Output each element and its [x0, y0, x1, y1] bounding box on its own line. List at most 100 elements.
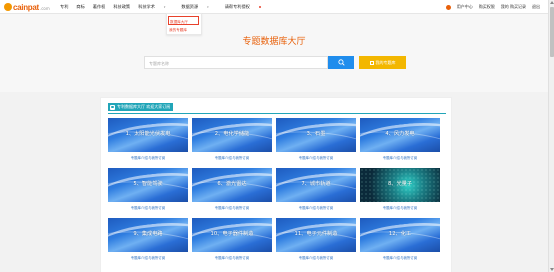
database-card-image[interactable]: 4、风力发电 [360, 118, 440, 152]
database-card-links: 专题库介绍 与我所订阅 [360, 255, 440, 260]
database-card-image[interactable]: 1、太阳能光伏发电 [108, 118, 188, 152]
database-card-links: 专题库介绍 与我所订阅 [276, 255, 356, 260]
scroll-up-arrow-icon[interactable] [550, 1, 554, 4]
user-menu: 用户中心 购买权限 我的 购买记录 退出 [445, 0, 540, 14]
subscribe-link[interactable]: 与我所订阅 [148, 205, 165, 210]
subscribe-link[interactable]: 与我所订阅 [148, 155, 165, 160]
database-intro-link[interactable]: 专题库介绍 [299, 205, 316, 210]
subscribe-link[interactable]: 与我所订阅 [400, 205, 417, 210]
nav-item-data-resources[interactable]: 数据资源 ▾ [181, 4, 216, 10]
nav-item-infringement[interactable]: 请帮专利侵权 [225, 4, 269, 10]
database-card[interactable]: 6、激光雷达 专题库介绍 与我所订阅 [192, 168, 272, 210]
top-navigation-bar: cainpat .com 专利 商标 著作权 科技政策 科技学术 ▾ 数据资源 ▾ … [0, 0, 548, 14]
database-card-title: 12、化工 [388, 231, 412, 237]
database-intro-link[interactable]: 专题库介绍 [383, 205, 400, 210]
nav-item-academic[interactable]: 科技学术 ▾ [138, 4, 173, 10]
chevron-down-icon: ▾ [207, 5, 209, 9]
database-card-title: 7、城市轨道 [301, 181, 331, 187]
dropdown-item-my-databases[interactable]: 我的专题库 [169, 28, 187, 33]
folder-icon [369, 60, 374, 65]
my-databases-button[interactable]: 我的专题库 [359, 56, 406, 69]
database-card[interactable]: 4、风力发电专题库介绍 与我所订阅 [360, 118, 440, 160]
database-card-links: 专题库介绍 与我所订阅 [108, 205, 188, 210]
vertical-scrollbar[interactable] [548, 0, 554, 272]
search-icon [337, 59, 345, 66]
database-intro-link[interactable]: 专题库介绍 [131, 255, 148, 260]
search-button[interactable] [328, 56, 354, 69]
database-intro-link[interactable]: 专题库介绍 [215, 155, 232, 160]
database-intro-link[interactable]: 专题库介绍 [299, 155, 316, 160]
logo-text: cainpat [13, 2, 39, 12]
database-card-image[interactable]: 12、化工 [360, 218, 440, 252]
database-card[interactable]: 3、石墨专题库介绍 与我所订阅 [276, 118, 356, 160]
search-input[interactable]: 专题库名称 [144, 56, 328, 69]
database-card-image[interactable]: 10、电子器件制造 [192, 218, 272, 252]
database-card-image[interactable]: 8、光量子 [360, 168, 440, 202]
database-intro-link[interactable]: 专题库介绍 [131, 205, 148, 210]
database-intro-link[interactable]: 专题库介绍 [215, 255, 232, 260]
database-card[interactable]: 7、城市轨道 专题库介绍 与我所订阅 [276, 168, 356, 210]
subscribe-link[interactable]: 与我所订阅 [148, 255, 165, 260]
subscribe-link[interactable]: 与我所订阅 [400, 255, 417, 260]
database-card-title: 1、太阳能光伏发电 [125, 131, 171, 137]
database-intro-link[interactable]: 专题库介绍 [131, 155, 148, 160]
database-card-title: 5、智能驾驶 [133, 181, 163, 187]
section-header: 专利数据库大厅 欢迎大家订阅 [108, 103, 174, 111]
subscribe-link[interactable]: 与我所订阅 [316, 205, 333, 210]
database-card-image[interactable]: 3、石墨 [276, 118, 356, 152]
database-card[interactable]: 8、光量子专题库介绍 与我所订阅 [360, 168, 440, 210]
user-icon [110, 104, 115, 110]
new-dot-icon [258, 6, 261, 8]
database-card-title: 6、激光雷达 [217, 181, 247, 187]
database-card-title: 11、电子元件制造 [294, 231, 338, 237]
user-center-link[interactable]: 用户中心 [457, 4, 473, 10]
dropdown-item-database-hall[interactable]: 数据库大厅 [168, 16, 199, 25]
database-card-image[interactable]: 2、电化学储能 [192, 118, 272, 152]
nav-item-trademark[interactable]: 商标 [76, 4, 84, 10]
nav-item-copyright[interactable]: 著作权 [93, 4, 106, 10]
purchase-link[interactable]: 购买权限 [479, 4, 495, 10]
page: cainpat .com 专利 商标 著作权 科技政策 科技学术 ▾ 数据资源 ▾ … [0, 0, 554, 272]
database-card[interactable]: 2、电化学储能专题库介绍 与我所订阅 [192, 118, 272, 160]
database-intro-link[interactable]: 专题库介绍 [299, 255, 316, 260]
database-card-image[interactable]: 6、激光雷达 [192, 168, 272, 202]
database-card[interactable]: 5、智能驾驶 专题库介绍 与我所订阅 [108, 168, 188, 210]
database-card-title: 10、电子器件制造 [210, 231, 254, 237]
page-title: 专题数据库大厅 [242, 36, 306, 46]
nav-item-policy[interactable]: 科技政策 [113, 4, 130, 10]
nav-item-patent[interactable]: 专利 [60, 4, 68, 10]
database-card-image[interactable]: 9、集成电路 [108, 218, 188, 252]
user-avatar-icon[interactable] [445, 4, 451, 10]
database-card-links: 专题库介绍 与我所订阅 [192, 255, 272, 260]
database-intro-link[interactable]: 专题库介绍 [215, 205, 232, 210]
subscribe-link[interactable]: 与我所订阅 [316, 255, 333, 260]
subscribe-link[interactable]: 与我所订阅 [232, 205, 249, 210]
subscribe-link[interactable]: 与我所订阅 [232, 155, 249, 160]
database-card-links: 专题库介绍 与我所订阅 [360, 205, 440, 210]
hero-banner: 专题数据库大厅 专题库名称 我的专题库 [0, 14, 548, 92]
database-card-image[interactable]: 7、城市轨道 [276, 168, 356, 202]
subscribe-link[interactable]: 与我所订阅 [232, 255, 249, 260]
database-intro-link[interactable]: 专题库介绍 [383, 155, 400, 160]
database-card[interactable]: 10、电子器件制造专题库介绍 与我所订阅 [192, 218, 272, 260]
database-card-links: 专题库介绍 与我所订阅 [360, 155, 440, 160]
purchase-records-link[interactable]: 我的 购买记录 [501, 4, 526, 10]
database-card-title: 3、石墨 [306, 131, 326, 137]
search-placeholder: 专题库名称 [149, 60, 169, 66]
logo-icon [4, 3, 12, 11]
scroll-down-arrow-icon[interactable] [550, 268, 554, 271]
database-card-image[interactable]: 11、电子元件制造 [276, 218, 356, 252]
database-card-image[interactable]: 5、智能驾驶 [108, 168, 188, 202]
database-card[interactable]: 11、电子元件制造专题库介绍 与我所订阅 [276, 218, 356, 260]
database-intro-link[interactable]: 专题库介绍 [383, 255, 400, 260]
site-logo[interactable]: cainpat .com [4, 2, 50, 12]
database-card[interactable]: 12、化工专题库介绍 与我所订阅 [360, 218, 440, 260]
database-card[interactable]: 9、集成电路专题库介绍 与我所订阅 [108, 218, 188, 260]
database-card[interactable]: 1、太阳能光伏发电专题库介绍 与我所订阅 [108, 118, 188, 160]
database-card-links: 专题库介绍 与我所订阅 [276, 155, 356, 160]
subscribe-link[interactable]: 与我所订阅 [400, 155, 417, 160]
scrollbar-thumb[interactable] [550, 7, 554, 57]
logout-link[interactable]: 退出 [532, 4, 540, 10]
main-nav: 专利 商标 著作权 科技政策 科技学术 ▾ 数据资源 ▾ 请帮专利侵权 [60, 0, 277, 14]
subscribe-link[interactable]: 与我所订阅 [316, 155, 333, 160]
